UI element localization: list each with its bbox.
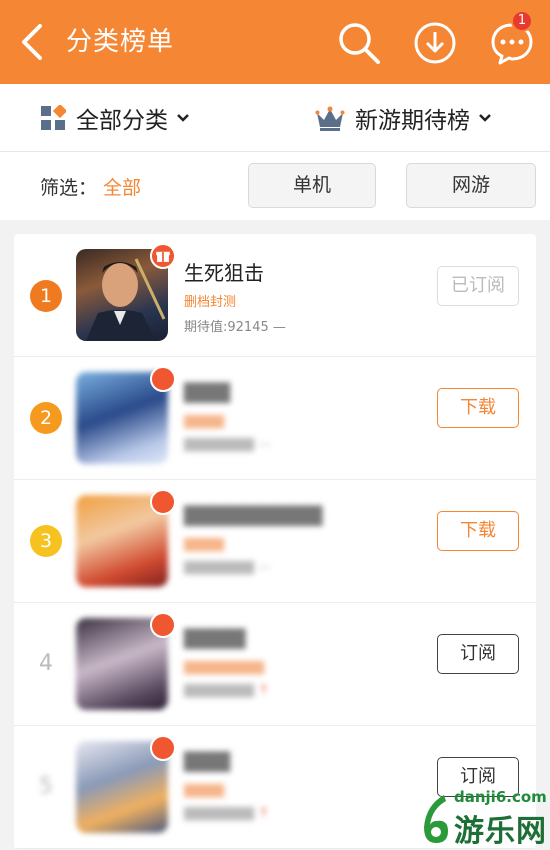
game-status-tag: ▇▇▇▇▇▇▇▇ xyxy=(184,660,264,675)
trend-indicator: ↑ xyxy=(258,806,270,821)
expectation-value: ▇▇▇▇▇▇▇ ↑ xyxy=(184,806,270,821)
game-name[interactable]: ▇▇▇▇▇▇▇▇▇ xyxy=(184,502,322,526)
gift-icon xyxy=(150,489,176,515)
watermark-name: 游乐网 xyxy=(454,814,547,849)
notification-badge: 1 xyxy=(511,10,533,32)
subscribed-button[interactable]: 已订阅 xyxy=(437,266,519,306)
filter-standalone-button[interactable]: 单机 xyxy=(248,163,376,208)
rank-number: 5 xyxy=(39,774,53,799)
rank-badge: 3 xyxy=(30,525,62,557)
gift-icon xyxy=(150,366,176,392)
category-dropdown[interactable]: 全部分类 xyxy=(40,84,190,152)
gift-icon xyxy=(150,735,176,761)
rank-badge: 2 xyxy=(30,402,62,434)
game-name[interactable]: ▇▇▇▇ xyxy=(184,625,246,649)
filter-online-button[interactable]: 网游 xyxy=(406,163,536,208)
category-label: 全部分类 xyxy=(76,108,168,134)
rank-badge: 1 xyxy=(30,280,62,312)
game-name[interactable]: ▇▇▇ xyxy=(184,379,230,403)
search-icon[interactable] xyxy=(337,21,381,65)
game-status-tag: ▇▇▇▇ xyxy=(184,537,224,552)
category-bar: 全部分类 新游期待榜 xyxy=(0,84,550,152)
trend-indicator: ↑ xyxy=(258,683,270,698)
trend-indicator: — xyxy=(272,320,286,335)
list-item[interactable]: 4 ▇▇▇▇ ▇▇▇▇▇▇▇▇ ▇▇▇▇▇▇▇ ↑ 订阅 xyxy=(14,603,536,726)
watermark: danji6.com 游乐网 xyxy=(418,788,550,849)
game-name[interactable]: ▇▇▇ xyxy=(184,748,230,772)
download-button[interactable]: 下载 xyxy=(437,511,519,551)
chevron-down-icon xyxy=(177,114,189,122)
list-item[interactable]: 3 ▇▇▇▇▇▇▇▇▇ ▇▇▇▇ ▇▇▇▇▇▇▇ — 下载 xyxy=(14,480,536,603)
crown-icon xyxy=(315,106,345,131)
category-grid-icon xyxy=(41,105,66,130)
game-status-tag: ▇▇▇▇ xyxy=(184,783,224,798)
trend-indicator: — xyxy=(258,560,272,575)
download-icon[interactable] xyxy=(413,21,457,65)
list-item[interactable]: 2 ▇▇▇ ▇▇▇▇ ▇▇▇▇▇▇▇ — 下载 xyxy=(14,357,536,480)
download-button[interactable]: 下载 xyxy=(437,388,519,428)
ranking-label: 新游期待榜 xyxy=(355,108,470,134)
ranking-dropdown[interactable]: 新游期待榜 xyxy=(315,84,492,152)
game-status-tag: 删档封测 xyxy=(184,295,237,310)
gift-icon xyxy=(150,243,176,269)
trend-indicator: — xyxy=(258,437,272,452)
filter-label: 筛选： xyxy=(40,177,98,199)
game-name[interactable]: 生死狙击 xyxy=(184,257,264,286)
expectation-value: ▇▇▇▇▇▇▇ — xyxy=(184,437,272,452)
chevron-down-icon xyxy=(479,114,491,122)
expectation-value: 期待值:92145 — xyxy=(184,320,286,335)
game-status-tag: ▇▇▇▇ xyxy=(184,414,224,429)
top-bar: 分类榜单 1 xyxy=(0,0,550,84)
subscribe-button[interactable]: 订阅 xyxy=(437,634,519,674)
gift-icon xyxy=(150,612,176,638)
back-arrow-icon[interactable] xyxy=(18,22,48,62)
list-item[interactable]: 1 生死狙击 删档封测 期待值:92145 — 已订阅 xyxy=(14,234,536,357)
expectation-value: ▇▇▇▇▇▇▇ — xyxy=(184,560,272,575)
page-title: 分类榜单 xyxy=(66,27,175,57)
rank-number: 4 xyxy=(39,651,53,676)
watermark-domain: danji6.com xyxy=(454,788,547,806)
watermark-logo-icon xyxy=(424,795,448,843)
game-list: 1 生死狙击 删档封测 期待值:92145 — 已订阅 2 ▇▇▇ ▇▇▇▇ ▇… xyxy=(14,234,536,849)
expectation-value: ▇▇▇▇▇▇▇ ↑ xyxy=(184,683,270,698)
filter-all-option[interactable]: 全部 xyxy=(103,173,141,200)
